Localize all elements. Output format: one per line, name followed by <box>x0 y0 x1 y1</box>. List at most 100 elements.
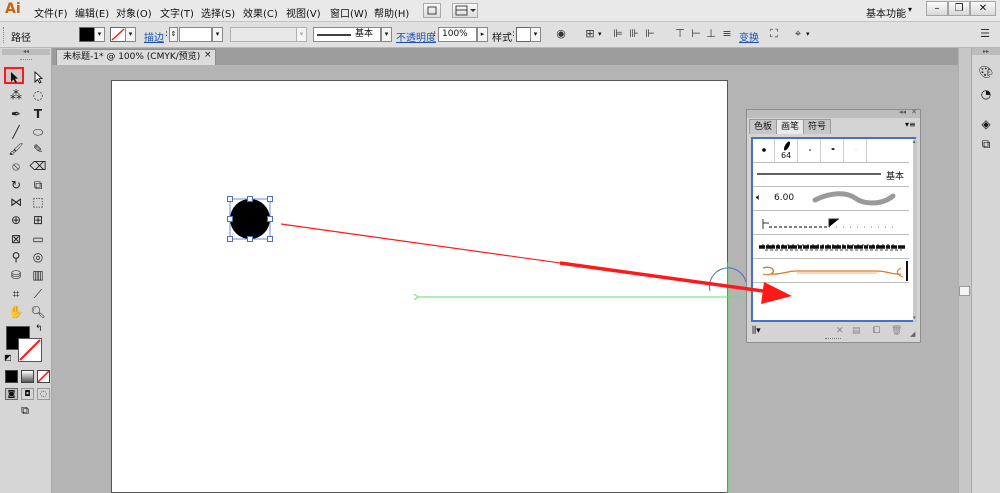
scale-tool[interactable]: ⧉ <box>28 177 48 194</box>
workspace-dropdown-icon[interactable]: ▾ <box>908 5 912 14</box>
dock-header[interactable]: ▸▸ <box>972 48 1000 55</box>
none-mode-icon[interactable] <box>37 370 50 383</box>
workspace-switcher[interactable]: 基本功能 <box>866 5 906 20</box>
zoom-tool[interactable]: 🔍︎ <box>28 304 48 321</box>
tab-brushes[interactable]: 画笔 <box>776 119 805 134</box>
slice-tool[interactable]: ⟋ <box>28 286 48 303</box>
color-mode-icon[interactable] <box>5 370 18 383</box>
tab-swatches[interactable]: 色板 <box>749 119 778 134</box>
eyedropper-tool[interactable]: ⚲ <box>6 249 26 266</box>
align-top-icon[interactable]: ⊤ <box>673 28 687 41</box>
brush-cell[interactable] <box>845 139 867 162</box>
align-bottom-icon[interactable]: ⊥ <box>704 28 718 41</box>
brush-libraries-menu-icon[interactable]: ⫼▾ <box>752 326 761 336</box>
pen-tool[interactable]: ✒ <box>6 106 26 123</box>
restore-icon[interactable]: ❐ <box>948 1 970 16</box>
tab-close-icon[interactable]: × <box>204 50 212 60</box>
eraser-tool[interactable]: ⌫ <box>28 158 48 175</box>
panel-collapse-icon[interactable]: ◂◂ <box>899 108 906 116</box>
opacity-dropdown[interactable]: ▸ <box>477 27 488 42</box>
opacity-link[interactable]: 不透明度 <box>396 29 436 44</box>
direct-selection-tool[interactable] <box>28 69 48 86</box>
stroke-swatch[interactable] <box>110 27 126 42</box>
shape-builder-tool[interactable]: ⊕ <box>6 212 26 229</box>
opacity-field[interactable]: 100% <box>438 27 477 42</box>
draw-normal-icon[interactable]: ◙ <box>5 388 18 400</box>
edit-envelope-icon[interactable]: ⌖ <box>791 28 805 41</box>
artboards-panel-icon[interactable]: ⧉ <box>978 136 994 152</box>
blend-tool[interactable]: ◎ <box>28 249 48 266</box>
layers-panel-icon[interactable]: ◈ <box>978 116 994 132</box>
menu-object[interactable]: 对象(O) <box>116 5 152 20</box>
gradient-mode-icon[interactable] <box>21 370 34 383</box>
close-icon[interactable]: ✕ <box>970 1 996 16</box>
type-tool[interactable]: T <box>28 106 48 123</box>
variable-width-dropdown[interactable]: ▾ <box>296 27 307 42</box>
align-center-v-icon[interactable]: ⊢ <box>689 28 703 41</box>
brush-definition-dropdown[interactable]: ▾ <box>381 27 392 42</box>
menu-help[interactable]: 帮助(H) <box>374 5 409 20</box>
align-to-dropdown-icon[interactable]: ▾ <box>598 30 602 38</box>
basic-brush-row[interactable]: 基本 <box>753 163 909 187</box>
perspective-grid-tool[interactable]: ⊞ <box>28 212 48 229</box>
draw-behind-icon[interactable]: ◘ <box>21 388 34 400</box>
bridge-button[interactable] <box>423 3 441 18</box>
mesh-tool[interactable]: ⊠ <box>6 231 26 248</box>
stroke-weight-dropdown[interactable]: ▾ <box>212 27 223 42</box>
brush-cell[interactable] <box>799 139 821 162</box>
charcoal-brush-row[interactable] <box>753 235 909 259</box>
pattern-brush-row[interactable] <box>753 211 909 235</box>
stroke-weight-stepper[interactable]: ⇕ <box>169 27 178 42</box>
paintbrush-tool[interactable]: 🖌 <box>6 141 26 158</box>
tools-grip[interactable] <box>20 59 32 60</box>
fill-swatch[interactable] <box>79 27 95 42</box>
free-transform-tool[interactable]: ⬚ <box>28 194 48 211</box>
color-guide-icon[interactable]: ◔ <box>978 86 994 102</box>
line-segment-tool[interactable]: ╱ <box>6 124 26 141</box>
control-bar-menu-icon[interactable]: ☰ <box>978 28 992 41</box>
variable-width-profile[interactable] <box>230 27 306 42</box>
brush-cell[interactable] <box>822 139 844 162</box>
gradient-tool[interactable]: ▭ <box>28 231 48 248</box>
isolate-object-icon[interactable]: ⛶ <box>767 28 781 41</box>
brush-cell[interactable]: 64 <box>776 139 798 162</box>
align-right-icon[interactable]: ⊩ <box>643 28 657 41</box>
lasso-tool[interactable]: ◌ <box>28 87 48 104</box>
menu-file[interactable]: 文件(F) <box>34 5 68 20</box>
panel-title-bar[interactable]: ◂◂ ✕ <box>747 108 920 118</box>
selection-tool[interactable] <box>4 67 24 84</box>
tab-document[interactable]: 未标题-1* @ 100% (CMYK/预览) <box>56 49 216 65</box>
graphic-style-swatch[interactable] <box>516 27 531 42</box>
align-to-selection-icon[interactable]: ⊞ <box>583 28 597 41</box>
distribute-icon[interactable]: ≡ <box>720 28 734 41</box>
stroke-color-swatch[interactable] <box>18 338 42 362</box>
decorative-brush-row[interactable] <box>753 259 909 283</box>
scroll-down-icon[interactable]: ▾ <box>913 315 916 321</box>
stroke-weight-field[interactable] <box>179 27 212 42</box>
new-brush-icon[interactable]: ⧠ <box>873 326 880 336</box>
menu-effect[interactable]: 效果(C) <box>243 5 278 20</box>
menu-type[interactable]: 文字(T) <box>160 5 194 20</box>
brush-cell[interactable] <box>753 139 775 162</box>
scroll-up-icon[interactable]: ▴ <box>913 139 916 145</box>
pencil-tool[interactable]: ✎ <box>28 141 48 158</box>
transform-panel-link[interactable]: 变换 <box>739 29 759 44</box>
envelope-dropdown-icon[interactable]: ▾ <box>806 30 810 38</box>
screen-mode-icon[interactable]: ⧉ <box>15 404 35 418</box>
artboard[interactable] <box>111 80 728 493</box>
tab-symbols[interactable]: 符号 <box>803 119 832 134</box>
tools-panel-header[interactable]: ◂◂ <box>2 49 50 55</box>
column-graph-tool[interactable]: ▥ <box>28 267 48 284</box>
art-brush-row[interactable]: 🔈︎ 6.00 <box>753 187 909 211</box>
panel-menu-icon[interactable]: ▾≡ <box>905 120 916 129</box>
vertical-scrollbar[interactable] <box>958 48 971 493</box>
brush-list-scrollbar[interactable]: ▴ ▾ <box>913 139 917 322</box>
brush-definition-field[interactable]: 基本 <box>313 27 381 42</box>
width-tool[interactable]: ⋈ <box>6 194 26 211</box>
menu-edit[interactable]: 编辑(E) <box>75 5 109 20</box>
artboard-tool[interactable]: ⌗ <box>6 286 26 303</box>
stroke-panel-link[interactable]: 描边 <box>144 29 164 44</box>
recolor-artwork-icon[interactable]: ◉ <box>554 28 568 41</box>
menu-window[interactable]: 窗口(W) <box>330 5 368 20</box>
color-panel-icon[interactable]: 🎨︎ <box>978 64 994 80</box>
